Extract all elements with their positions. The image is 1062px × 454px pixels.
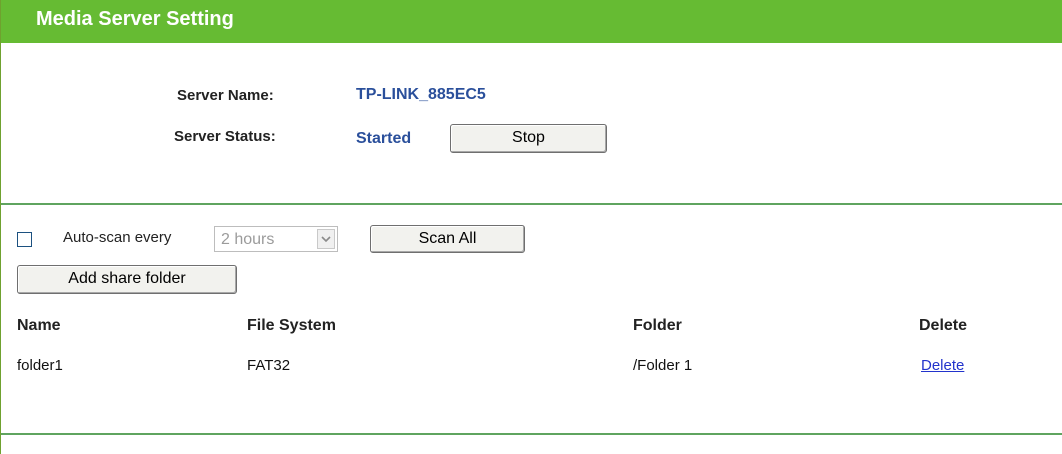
server-status-label: Server Status:: [174, 128, 276, 145]
panel-header: Media Server Setting: [1, 0, 1062, 43]
auto-scan-checkbox[interactable]: [17, 232, 32, 247]
column-header-folder: Folder: [633, 317, 682, 334]
auto-scan-interval-select[interactable]: 2 hours: [214, 226, 338, 252]
cell-file-system: FAT32: [247, 357, 291, 374]
section-divider: [1, 203, 1062, 205]
add-share-folder-button[interactable]: Add share folder: [17, 265, 237, 294]
media-server-panel: Media Server Setting Server Name: TP-LIN…: [0, 0, 1062, 454]
column-header-name: Name: [17, 317, 61, 334]
page-title: Media Server Setting: [36, 8, 234, 30]
interval-selected-value: 2 hours: [221, 231, 275, 248]
delete-link[interactable]: Delete: [921, 357, 964, 374]
cell-folder: /Folder 1: [633, 357, 693, 374]
scan-all-button[interactable]: Scan All: [370, 225, 525, 253]
server-status-value: Started: [356, 130, 412, 147]
column-header-file-system: File System: [247, 317, 336, 334]
chevron-down-icon[interactable]: [317, 229, 335, 249]
bottom-divider: [1, 433, 1062, 435]
column-header-delete: Delete: [919, 317, 968, 334]
server-name-value: TP-LINK_885EC5: [356, 86, 486, 103]
stop-button[interactable]: Stop: [450, 124, 607, 153]
server-name-label: Server Name:: [177, 87, 274, 104]
cell-name: folder1: [17, 357, 63, 374]
auto-scan-label: Auto-scan every: [63, 229, 172, 246]
